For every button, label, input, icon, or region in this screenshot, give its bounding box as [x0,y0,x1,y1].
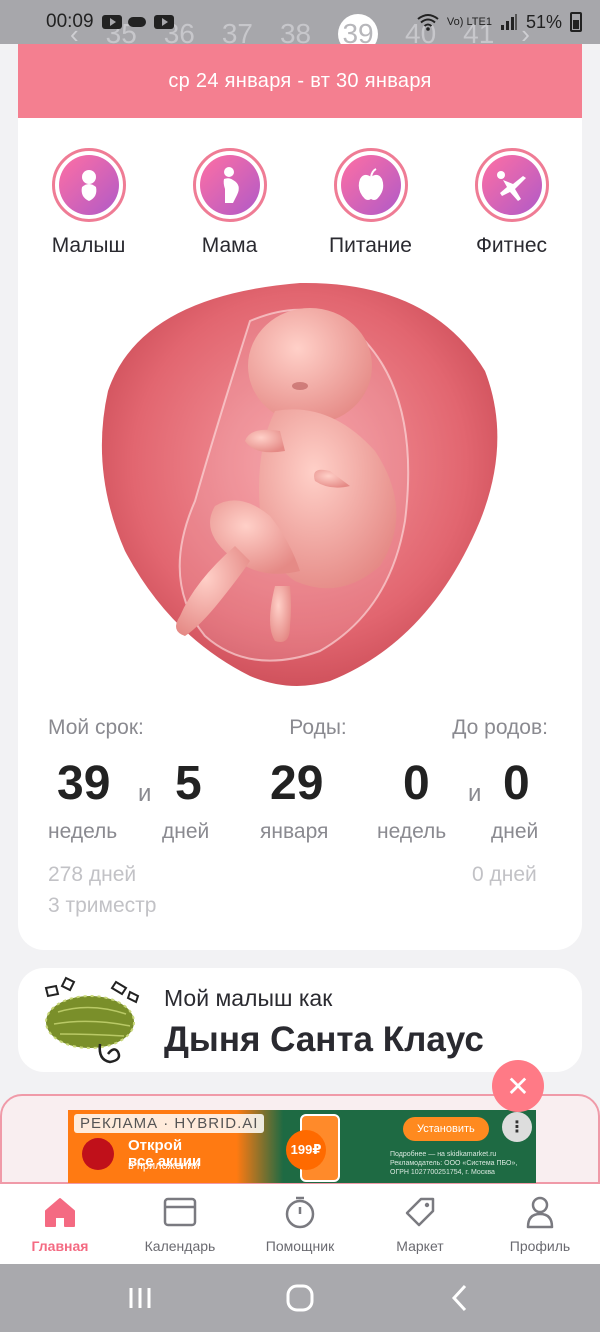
total-days: 278 дней [48,863,137,886]
nav-label: Помощник [265,1238,335,1254]
date-range-bar: ср 24 января - вт 30 января [18,44,582,118]
ad-subtext: в приложении [128,1160,200,1172]
birth-label: Роды: [289,716,347,739]
wifi-icon [417,14,439,31]
status-bar: 00:09 Vo) LTE1 51% [0,0,600,44]
ad-menu-icon[interactable]: ⋮ [502,1112,532,1142]
ad-banner[interactable]: Открой все акции в приложении 199₽ Устано… [68,1110,536,1183]
ad-price-badge: 199₽ [286,1130,326,1170]
pregnant-mom-icon [199,155,260,215]
youtube-icon [153,15,174,29]
timer-icon [282,1194,318,1230]
category-nutrition[interactable]: Питание [300,148,441,258]
category-row: Малыш Мама Питание Фитнес [18,148,582,258]
signal-icon [500,14,517,30]
nav-market[interactable]: Маркет [360,1184,480,1264]
category-fitness[interactable]: Фитнес [441,148,582,258]
bottom-nav: Главная Календарь Помощник Маркет Профил… [0,1184,600,1264]
days-left: 0 дней [472,863,537,886]
baby-icon [58,155,119,215]
recent-apps-button[interactable] [110,1278,170,1318]
baby-size-card[interactable]: Мой малыш как Дыня Санта Клаус [18,968,582,1072]
battery-icon [570,12,582,32]
youtube-icon [101,15,122,29]
battery-percent: 51% [525,11,562,32]
left-days: 0 [503,757,530,810]
nav-label: Главная [31,1238,89,1254]
cloud-icon [127,17,146,27]
until-birth-label: До родов: [452,716,548,739]
profile-icon [522,1194,558,1230]
tag-icon [402,1194,438,1230]
close-ad-button[interactable]: ✕ [492,1060,544,1112]
category-mom[interactable]: Мама [159,148,300,258]
days-unit: дней [491,820,539,843]
category-label: Малыш [51,234,126,257]
ad-headline-line1: Открой [128,1137,183,1154]
ad-legal-text: Подробнее — на skidkamarket.ru Рекламода… [390,1151,518,1176]
and-label: и [138,780,152,807]
birth-day: 29 [270,757,324,810]
nav-label: Календарь [144,1238,216,1254]
fetus-illustration [100,281,500,686]
nav-calendar[interactable]: Календарь [120,1184,240,1264]
network-label: Vo) LTE1 [446,16,492,28]
system-nav-bar [0,1264,600,1332]
weeks-unit: недель [377,820,447,843]
term-weeks: 39 [57,757,111,810]
brand-logo-icon [82,1138,114,1170]
category-label: Питание [329,234,412,257]
and-label: и [468,780,482,807]
status-right: Vo) LTE1 51% [417,12,582,33]
my-term-label: Мой срок: [48,716,144,739]
category-baby[interactable]: Малыш [18,148,159,258]
days-unit: дней [162,820,210,843]
baby-size-intro: Мой малыш как [164,985,333,1011]
pregnancy-card: Малыш Мама Питание Фитнес Мой срок: Роды… [18,118,582,950]
ad-label: РЕКЛАМА · HYBRID.AI [74,1114,265,1133]
back-button[interactable] [430,1278,490,1318]
nav-home[interactable]: Главная [0,1184,120,1264]
calendar-icon [162,1194,198,1230]
melon-illustration [44,976,140,1064]
status-time: 00:09 [46,11,94,32]
baby-size-fruit: Дыня Санта Клаус [164,1020,484,1059]
weeks-unit: недель [48,820,118,843]
fitness-icon [481,155,542,215]
stats-block: Мой срок: Роды: До родов: 39 и 5 29 0 и … [48,716,548,917]
term-days: 5 [175,757,202,810]
category-label: Фитнес [475,234,548,257]
trimester: 3 триместр [48,894,157,917]
home-button[interactable] [270,1278,330,1318]
ad-install-button[interactable]: Установить [403,1117,489,1141]
nav-label: Профиль [509,1238,571,1254]
home-icon [42,1194,78,1230]
nav-label: Маркет [396,1238,444,1254]
left-weeks: 0 [403,757,430,810]
birth-month: января [260,820,329,843]
nav-assistant[interactable]: Помощник [240,1184,360,1264]
nav-profile[interactable]: Профиль [480,1184,600,1264]
apple-icon [340,155,401,215]
category-label: Мама [201,234,258,257]
